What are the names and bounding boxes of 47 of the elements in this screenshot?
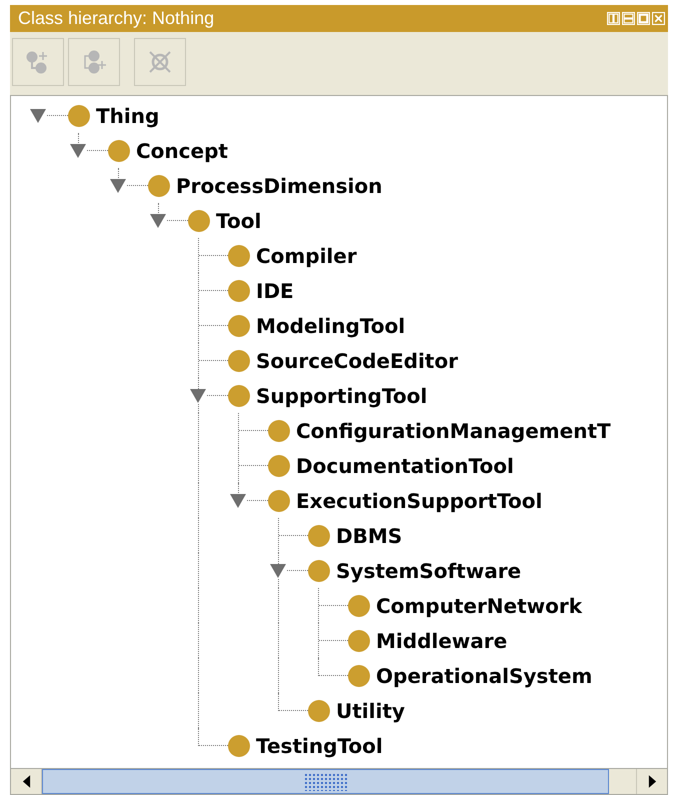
maximize-icon[interactable] [637,12,650,25]
split-vertical-icon[interactable] [607,12,620,25]
class-label[interactable]: DBMS [336,524,402,548]
class-label[interactable]: Concept [136,138,228,162]
class-icon [348,664,370,686]
split-horizontal-icon[interactable] [622,12,635,25]
horizontal-scrollbar[interactable] [10,768,668,795]
class-label[interactable]: TestingTool [256,734,383,758]
class-label[interactable]: ConfigurationManagementT [296,418,611,442]
class-icon [188,210,210,232]
class-label[interactable]: OperationalSystem [376,664,592,688]
class-icon [348,594,370,616]
class-label[interactable]: ModelingTool [256,314,406,338]
class-label[interactable]: ComputerNetwork [376,594,582,618]
class-icon [228,314,250,336]
class-label[interactable]: Tool [216,208,262,232]
scrollbar-thumb[interactable] [42,769,609,794]
class-label[interactable]: IDE [256,278,294,302]
class-icon [228,350,250,372]
class-icon [108,140,130,162]
class-icon [348,630,370,652]
class-icon [228,244,250,266]
class-label[interactable]: Middleware [376,628,508,652]
class-label[interactable]: SystemSoftware [336,558,522,582]
class-icon [308,560,330,582]
class-label[interactable]: ProcessDimension [176,174,382,198]
class-label[interactable]: ExecutionSupportTool [296,488,542,512]
class-label[interactable]: Compiler [256,244,357,268]
class-icon [228,734,250,756]
class-label[interactable]: SourceCodeEditor [256,348,458,372]
right-arrow-icon [648,775,656,788]
class-label[interactable]: DocumentationTool [296,454,514,478]
class-icon [228,384,250,406]
class-label[interactable]: Thing [96,104,160,128]
class-icon [268,420,290,442]
class-icon [308,700,330,722]
class-icon [228,280,250,302]
class-label[interactable]: Utility [336,698,405,722]
class-icon [68,104,90,126]
class-label[interactable]: SupportingTool [256,384,428,408]
class-icon [268,490,290,512]
window-title: Class hierarchy: Nothing [18,8,214,29]
class-icon [308,524,330,546]
close-icon[interactable] [652,12,665,25]
class-icon [268,454,290,476]
left-arrow-icon [22,775,30,788]
class-icon [148,174,170,196]
